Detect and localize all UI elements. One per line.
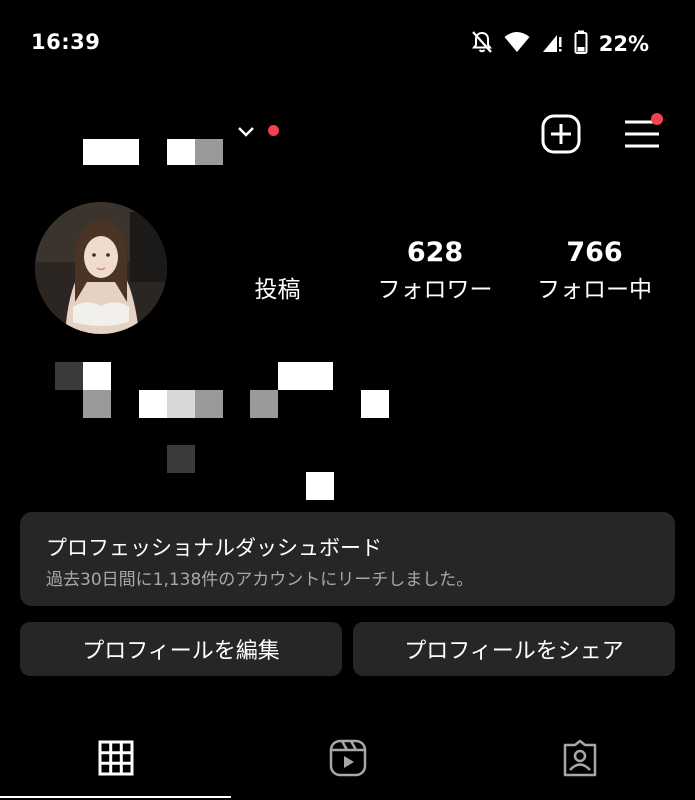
- dashboard-subtitle: 過去30日間に1,138件のアカウントにリーチしました。: [46, 570, 474, 590]
- account-switcher-chevron-icon[interactable]: [237, 124, 255, 143]
- grid-icon: [98, 740, 134, 780]
- stat-posts[interactable]: 投稿: [220, 236, 335, 306]
- battery-icon: [574, 30, 588, 58]
- professional-dashboard-card[interactable]: プロフェッショナルダッシュボード 過去30日間に1,138件のアカウントにリーチ…: [20, 512, 675, 606]
- stat-followers[interactable]: 628 フォロワー: [370, 236, 500, 306]
- edit-profile-button[interactable]: プロフィールを編集: [20, 622, 342, 676]
- dashboard-title: プロフェッショナルダッシュボード: [46, 536, 382, 560]
- tab-reels[interactable]: [232, 720, 463, 800]
- account-notification-dot: [268, 125, 279, 136]
- create-post-icon[interactable]: [540, 113, 582, 155]
- tagged-icon: [561, 739, 599, 781]
- status-bar: 16:39 22%: [0, 0, 695, 86]
- tab-grid[interactable]: [0, 720, 231, 800]
- wifi-icon: [504, 31, 530, 57]
- stat-followers-label: フォロワー: [377, 277, 493, 303]
- stat-posts-count: [220, 236, 335, 270]
- stat-posts-label: 投稿: [254, 277, 301, 303]
- menu-notification-dot: [651, 113, 663, 125]
- stat-following-label: フォロー中: [537, 277, 652, 303]
- profile-tabs: [0, 720, 695, 800]
- reels-icon: [329, 739, 367, 781]
- status-time: 16:39: [31, 30, 101, 54]
- signal-icon: [541, 31, 563, 57]
- status-icons: 22%: [471, 30, 649, 58]
- bell-off-icon: [471, 30, 493, 58]
- stat-followers-count: 628: [406, 237, 464, 268]
- active-tab-indicator: [0, 796, 231, 798]
- battery-percentage: 22%: [598, 32, 649, 56]
- share-profile-button[interactable]: プロフィールをシェア: [353, 622, 675, 676]
- stat-following-count: 766: [566, 237, 623, 268]
- tab-tagged[interactable]: [464, 720, 695, 800]
- profile-avatar[interactable]: [35, 202, 167, 334]
- stat-following[interactable]: 766 フォロー中: [528, 236, 661, 306]
